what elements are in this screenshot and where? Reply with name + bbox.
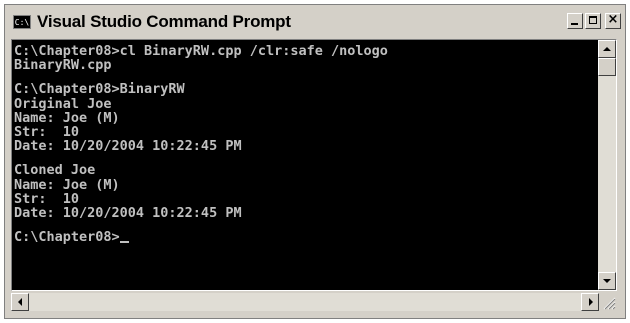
console-line: Str: 10 [14, 190, 80, 207]
console-line: C:\Chapter08>cl BinaryRW.cpp /clr:safe /… [14, 43, 388, 59]
console-line: C:\Chapter08>BinaryRW [14, 81, 185, 98]
maximize-button[interactable] [585, 13, 601, 29]
size-grip-icon [603, 297, 616, 310]
console-icon[interactable]: C:\ [13, 15, 31, 29]
console-output[interactable]: C:\Chapter08>cl BinaryRW.cpp /clr:safe /… [12, 40, 598, 290]
text-cursor [119, 241, 129, 244]
arrow-up-icon [603, 47, 611, 51]
console-line: Name: Joe (M) [14, 109, 120, 126]
window-title: Visual Studio Command Prompt [37, 12, 291, 31]
scroll-down-button[interactable] [598, 272, 616, 290]
console-prompt-line: C:\Chapter08> [14, 230, 596, 244]
minimize-icon [571, 23, 578, 25]
console-prompt: C:\Chapter08> [14, 229, 120, 246]
console-client-area: C:\Chapter08>cl BinaryRW.cpp /clr:safe /… [11, 39, 617, 291]
scroll-thumb[interactable] [598, 58, 616, 76]
size-grip[interactable] [599, 293, 617, 311]
scroll-up-button[interactable] [598, 40, 616, 58]
console-line: BinaryRW.cpp [14, 57, 112, 74]
scroll-right-button[interactable] [581, 293, 599, 311]
scroll-left-button[interactable] [11, 293, 29, 311]
maximize-icon [589, 16, 597, 24]
horizontal-scrollbar[interactable] [11, 293, 599, 311]
console-line: Date: 10/20/2004 10:22:45 PM [14, 204, 242, 221]
console-line: Cloned Joe [14, 162, 96, 179]
vertical-scrollbar[interactable] [598, 40, 616, 290]
console-line: Str: 10 [14, 123, 80, 140]
console-line: Date: 10/20/2004 10:22:45 PM [14, 138, 242, 155]
minimize-button[interactable] [567, 13, 583, 29]
console-line: Original Joe [14, 95, 112, 112]
console-line: Name: Joe (M) [14, 176, 120, 193]
console-window: C:\ Visual Studio Command Prompt × C:\Ch… [4, 4, 626, 319]
arrow-right-icon [589, 298, 593, 306]
close-button[interactable]: × [605, 12, 621, 29]
close-icon: × [607, 12, 619, 27]
arrow-left-icon [18, 298, 22, 306]
window-controls: × [567, 12, 621, 29]
title-bar[interactable]: C:\ Visual Studio Command Prompt × [7, 7, 623, 37]
arrow-down-icon [603, 279, 611, 283]
